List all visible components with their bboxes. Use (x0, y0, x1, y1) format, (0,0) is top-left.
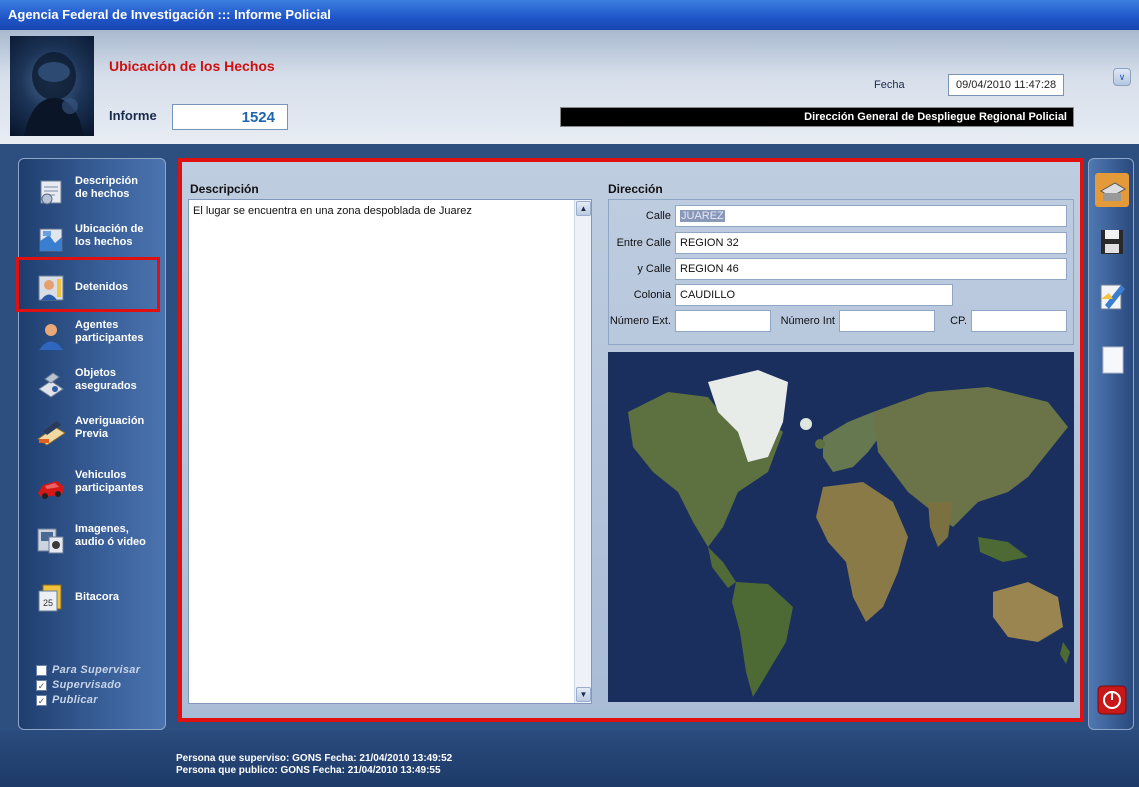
calle-input[interactable]: JUAREZ (675, 205, 1067, 227)
numero-int-label: Número Int (780, 315, 835, 327)
y-calle-input[interactable]: REGION 46 (675, 258, 1067, 280)
map-location-icon (39, 228, 63, 252)
sidebar-item-agentes[interactable]: Agentes participantes (33, 315, 163, 361)
entre-calle-input[interactable]: REGION 32 (675, 232, 1067, 254)
colonia-label: Colonia (633, 289, 671, 301)
checkbox-label: Publicar (52, 694, 98, 706)
save-icon[interactable] (1095, 225, 1129, 259)
scroll-up-icon[interactable]: ▲ (576, 201, 591, 216)
section-title: Ubicación de los Hechos (109, 58, 275, 74)
svg-text:25: 25 (43, 598, 53, 608)
entre-calle-label: Entre Calle (616, 237, 671, 249)
exit-icon[interactable] (1095, 683, 1129, 717)
numero-ext-label: Número Ext. (609, 315, 671, 327)
direccion-group: Calle JUAREZ Entre Calle REGION 32 y Cal… (608, 199, 1074, 345)
y-calle-label: y Calle (637, 263, 671, 275)
numero-int-input[interactable] (839, 310, 935, 332)
document-icon (40, 180, 62, 205)
scroll-down-icon[interactable]: ▼ (576, 687, 591, 702)
supervisor-info: Persona que superviso: GONS Fecha: 21/04… (176, 753, 453, 764)
sidebar-item-label: Averiguación Previa (75, 415, 145, 440)
media-icon (37, 528, 64, 554)
informe-field[interactable]: 1524 (172, 104, 288, 130)
descripcion-textarea[interactable]: El lugar se encuentra en una zona despob… (188, 199, 592, 704)
agency-logo (10, 36, 94, 136)
edit-icon[interactable] (1095, 279, 1129, 313)
sidebar-item-bitacora[interactable]: 25 Bitacora (33, 577, 163, 623)
descripcion-text: El lugar se encuentra en una zona despob… (193, 205, 472, 217)
selected-item-highlight (16, 257, 160, 312)
calle-label: Calle (645, 210, 671, 222)
world-map-image (608, 352, 1074, 702)
colonia-input[interactable]: CAUDILLO (675, 284, 953, 306)
sidebar: Descripción de hechos Ubicación de los h… (18, 158, 166, 730)
publisher-info: Persona que publico: GONS Fecha: 21/04/2… (176, 765, 441, 776)
checkbox-checked[interactable]: ✓ (36, 694, 47, 706)
sidebar-item-label: Descripción de hechos (75, 175, 138, 200)
agent-icon (39, 324, 63, 350)
sidebar-item-vehiculos[interactable]: Vehiculos participantes (33, 465, 163, 511)
inquiry-icon (37, 421, 66, 446)
sidebar-item-label: Agentes participantes (75, 319, 144, 344)
footer: Persona que superviso: GONS Fecha: 21/04… (0, 730, 1139, 787)
direccion-label: Dirección (608, 182, 663, 196)
sidebar-item-label: Vehiculos participantes (75, 469, 144, 494)
calendar-icon: 25 (38, 584, 62, 612)
secured-objects-icon (38, 372, 64, 398)
right-toolbar (1088, 158, 1134, 730)
checkbox-checked[interactable]: ✓ (36, 679, 47, 691)
calle-value: JUAREZ (680, 210, 725, 222)
checkbox-empty[interactable] (36, 664, 47, 676)
sidebar-item-label: Imagenes, audio ó video (75, 523, 146, 548)
supervisado-checkbox[interactable]: ✓ Supervisado (36, 678, 140, 692)
main-panel: Descripción El lugar se encuentra en una… (178, 158, 1084, 722)
new-page-icon[interactable] (1095, 343, 1129, 377)
checkbox-label: Supervisado (52, 679, 122, 691)
cp-input[interactable] (971, 310, 1067, 332)
window-title: Agencia Federal de Investigación ::: Inf… (0, 0, 1139, 30)
fecha-field[interactable]: 09/04/2010 11:47:28 (948, 74, 1064, 96)
scrollbar[interactable]: ▲ ▼ (574, 200, 591, 703)
descripcion-label: Descripción (190, 182, 259, 196)
printer-icon[interactable] (1095, 173, 1129, 207)
sidebar-item-descripcion[interactable]: Descripción de hechos (33, 171, 163, 217)
sidebar-item-imagenes[interactable]: Imagenes, audio ó video (33, 519, 163, 565)
publicar-checkbox[interactable]: ✓ Publicar (36, 693, 140, 707)
department-bar: Dirección General de Despliegue Regional… (560, 107, 1074, 127)
sidebar-item-objetos[interactable]: Objetos asegurados (33, 363, 163, 409)
sidebar-item-label: Objetos asegurados (75, 367, 137, 392)
numero-ext-input[interactable] (675, 310, 771, 332)
para-supervisar-checkbox[interactable]: Para Supervisar (36, 663, 140, 677)
sidebar-item-label: Bitacora (75, 591, 120, 603)
checkbox-label: Para Supervisar (52, 664, 141, 676)
cp-label: CP. (950, 315, 967, 327)
world-map[interactable] (608, 352, 1074, 702)
informe-label: Informe (109, 108, 157, 123)
car-icon (38, 481, 64, 499)
status-checks: Para Supervisar ✓ Supervisado ✓ Publicar (36, 663, 140, 708)
collapse-icon[interactable]: ∨ (1113, 68, 1131, 86)
sidebar-item-label: Ubicación de los hechos (75, 223, 144, 248)
header: Ubicación de los Hechos Informe 1524 Fec… (0, 30, 1139, 144)
fecha-label: Fecha (874, 79, 905, 91)
sidebar-item-averiguacion[interactable]: Averiguación Previa (33, 411, 163, 457)
